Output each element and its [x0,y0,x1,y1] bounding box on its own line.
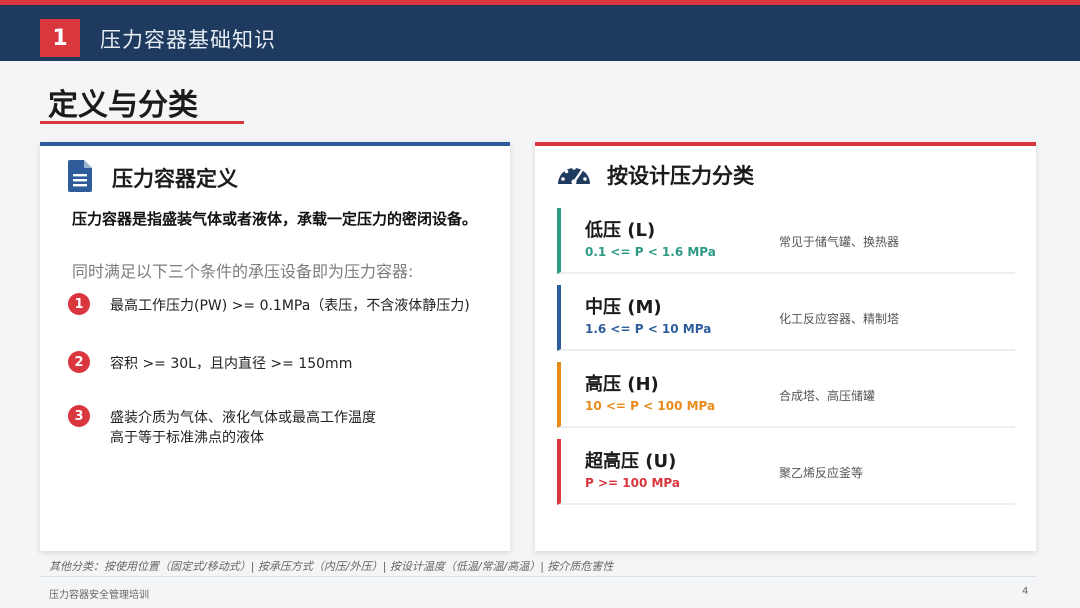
class-example: 聚乙烯反应釜等 [779,466,864,480]
classification-card-title: 按设计压力分类 [607,164,754,188]
definition-card: 压力容器定义 压力容器是指盛装气体或者液体，承载一定压力的密闭设备。 同时满足以… [40,142,510,551]
class-range: P >= 100 MPa [585,476,680,490]
class-name: 低压 (L) [585,220,656,241]
page-title: 定义与分类 [48,88,198,123]
definition-text: 压力容器是指盛装气体或者液体，承载一定压力的密闭设备。 [72,210,478,228]
condition-line: 盛装介质为气体、液化气体或最高工作温度 [110,410,376,426]
footnote: 其他分类：按使用位置（固定式/移动式）| 按承压方式（内压/外压）| 按设计温度… [49,560,614,573]
condition-line: 容积 >= 30L，且内直径 >= 150mm [110,356,353,372]
title-underline [40,121,244,124]
section-title: 压力容器基础知识 [100,28,276,52]
header-bar: 1 压力容器基础知识 [0,5,1080,61]
classification-card-header: 按设计压力分类 [557,160,754,190]
gauge-icon [557,160,591,190]
document-icon [68,160,92,196]
footer-divider [40,576,1036,577]
class-item: 中压 (M) 1.6 <= P < 10 MPa 化工反应容器、精制塔 [557,285,1015,351]
condition-item: 3 盛装介质为气体、液化气体或最高工作温度 高于等于标准沸点的液体 [68,405,498,448]
class-example: 化工反应容器、精制塔 [779,312,900,326]
classification-card: 按设计压力分类 低压 (L) 0.1 <= P < 1.6 MPa 常见于储气罐… [535,142,1036,551]
condition-number-badge: 3 [68,405,90,427]
condition-text: 盛装介质为气体、液化气体或最高工作温度 高于等于标准沸点的液体 [110,408,376,448]
footer-title: 压力容器安全管理培训 [49,590,149,601]
class-name: 中压 (M) [585,297,662,318]
condition-number-badge: 1 [68,293,90,315]
section-number-badge: 1 [40,19,80,57]
condition-text: 最高工作压力(PW) >= 0.1MPa（表压，不含液体静压力) [110,296,470,316]
condition-line: 高于等于标准沸点的液体 [110,430,264,446]
condition-item: 2 容积 >= 30L，且内直径 >= 150mm [68,351,498,374]
definition-card-header: 压力容器定义 [68,160,238,196]
class-range: 1.6 <= P < 10 MPa [585,322,712,336]
class-item: 超高压 (U) P >= 100 MPa 聚乙烯反应釜等 [557,439,1015,505]
class-item: 高压 (H) 10 <= P < 100 MPa 合成塔、高压储罐 [557,362,1015,428]
condition-item: 1 最高工作压力(PW) >= 0.1MPa（表压，不含液体静压力) [68,293,498,316]
definition-card-title: 压力容器定义 [112,167,238,191]
condition-line: 最高工作压力(PW) >= 0.1MPa（表压，不含液体静压力) [110,298,470,314]
class-name: 超高压 (U) [585,451,677,472]
class-item: 低压 (L) 0.1 <= P < 1.6 MPa 常见于储气罐、换热器 [557,208,1015,274]
class-example: 常见于储气罐、换热器 [779,235,900,249]
class-range: 10 <= P < 100 MPa [585,399,716,413]
condition-text: 容积 >= 30L，且内直径 >= 150mm [110,354,352,374]
class-range: 0.1 <= P < 1.6 MPa [585,245,716,259]
condition-number-badge: 2 [68,351,90,373]
definition-subtitle: 同时满足以下三个条件的承压设备即为压力容器: [72,262,414,281]
page-number: 4 [1022,586,1029,597]
class-example: 合成塔、高压储罐 [779,389,876,403]
class-name: 高压 (H) [585,374,659,395]
